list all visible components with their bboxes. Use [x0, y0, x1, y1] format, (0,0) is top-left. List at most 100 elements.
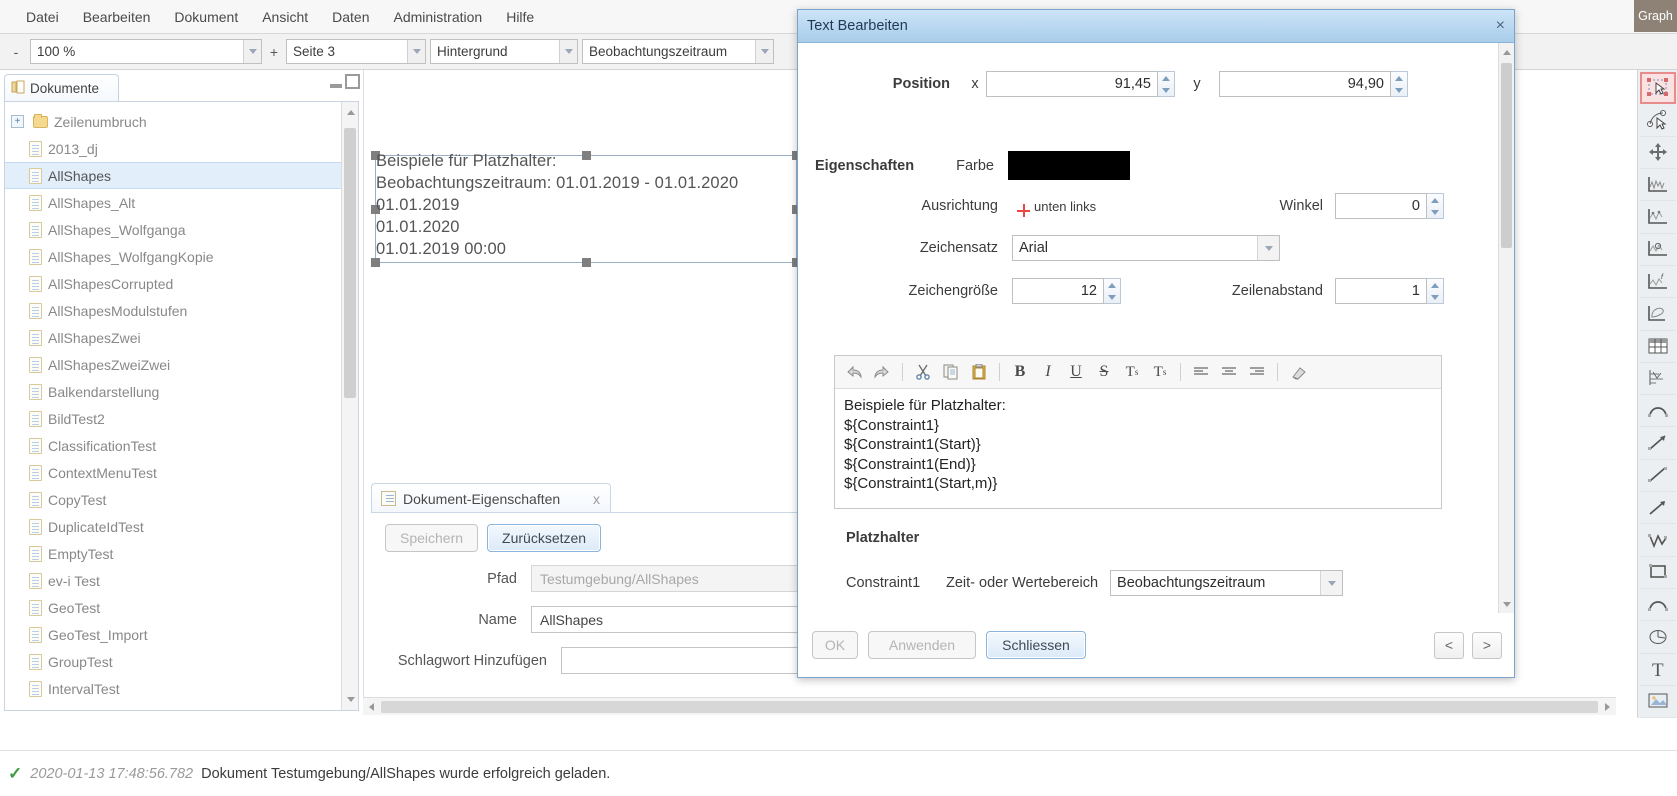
angle-stepper[interactable]	[1427, 193, 1444, 219]
tree-item-copytest[interactable]: CopyTest	[5, 486, 342, 513]
dialog-titlebar[interactable]: Text Bearbeiten ×	[798, 10, 1514, 43]
scroll-up-icon[interactable]	[1499, 44, 1515, 60]
menu-daten[interactable]: Daten	[320, 5, 381, 29]
x-stepper[interactable]	[1158, 71, 1175, 97]
tree-chart-tool[interactable]	[1639, 363, 1676, 396]
save-button[interactable]: Speichern	[385, 524, 479, 552]
timerange-select-combo[interactable]: Beobachtungszeitraum	[582, 39, 774, 64]
tree-item-ev-i-test[interactable]: ev-i Test	[5, 567, 342, 594]
select-tool[interactable]	[1639, 72, 1676, 105]
underline-icon[interactable]: U	[1063, 359, 1089, 385]
color-swatch[interactable]	[1008, 151, 1130, 180]
semicircle-tool[interactable]	[1639, 589, 1676, 622]
tree-item-zeilenumbruch[interactable]: + Zeilenumbruch	[5, 108, 342, 135]
rte-content[interactable]: Beispiele für Platzhalter: ${Constraint1…	[835, 389, 1441, 501]
tree-item-geotest[interactable]: GeoTest	[5, 594, 342, 621]
minimize-icon[interactable]	[330, 83, 342, 88]
fontsize-stepper[interactable]	[1104, 278, 1121, 304]
angle-input[interactable]: 0	[1335, 193, 1427, 219]
scroll-up-icon[interactable]	[342, 104, 359, 121]
previous-button[interactable]: <	[1434, 631, 1464, 659]
loop-curve-tool[interactable]	[1639, 298, 1676, 331]
ok-button[interactable]: OK	[812, 631, 858, 659]
move-tool[interactable]	[1639, 137, 1676, 170]
font-combo[interactable]: Arial	[1012, 235, 1280, 261]
strikethrough-icon[interactable]: S	[1091, 359, 1117, 385]
chevron-down-icon[interactable]	[1320, 571, 1343, 595]
chevron-down-icon[interactable]	[1257, 236, 1279, 260]
chevron-down-icon[interactable]	[407, 40, 425, 63]
table-tool[interactable]	[1639, 331, 1676, 363]
align-left-icon[interactable]	[1188, 359, 1214, 385]
reset-button[interactable]: Zurücksetzen	[487, 524, 602, 552]
tab-dokument-eigenschaften[interactable]: Dokument-Eigenschaften x	[371, 483, 611, 513]
close-icon[interactable]: x	[593, 491, 600, 507]
scroll-right-icon[interactable]	[1599, 699, 1616, 715]
tree-vertical-scrollbar[interactable]	[341, 102, 358, 710]
scrollbar-thumb[interactable]	[1501, 63, 1512, 248]
arrow-tool[interactable]	[1639, 492, 1676, 525]
tree-item-balkendarstellung[interactable]: Balkendarstellung	[5, 378, 342, 405]
apply-button[interactable]: Anwenden	[868, 631, 976, 659]
redo-icon[interactable]	[869, 359, 895, 385]
italic-icon[interactable]: I	[1035, 359, 1061, 385]
y-input[interactable]: 94,90	[1219, 71, 1391, 97]
text-tool[interactable]: T	[1639, 654, 1676, 686]
scrollbar-thumb[interactable]	[344, 128, 356, 398]
tree-item-allshapes-wolfgangkopie[interactable]: AllShapes_WolfgangKopie	[5, 243, 342, 270]
y-stepper[interactable]	[1391, 71, 1408, 97]
tree-item-allshapesmodulstufen[interactable]: AllShapesModulstufen	[5, 297, 342, 324]
zoom-out-button[interactable]: -	[4, 39, 28, 65]
undo-icon[interactable]	[841, 359, 867, 385]
tree-item-geotest-import[interactable]: GeoTest_Import	[5, 621, 342, 648]
range-combo[interactable]: Beobachtungszeitraum	[1110, 570, 1344, 596]
layer-select-combo[interactable]: Hintergrund	[430, 39, 578, 64]
page-select-combo[interactable]: Seite 3	[286, 39, 426, 64]
zoom-level-combo[interactable]: 100 %	[30, 39, 262, 64]
tree-item-bildtest2[interactable]: BildTest2	[5, 405, 342, 432]
tree-item-allshapeszweizwei[interactable]: AllShapesZweiZwei	[5, 351, 342, 378]
expand-icon[interactable]: +	[11, 115, 24, 128]
scroll-left-icon[interactable]	[363, 699, 380, 715]
menu-bearbeiten[interactable]: Bearbeiten	[71, 5, 163, 29]
alignment-value[interactable]: unten links	[1034, 199, 1096, 214]
cut-icon[interactable]	[910, 359, 936, 385]
next-button[interactable]: >	[1472, 631, 1502, 659]
line-tool[interactable]	[1639, 460, 1676, 493]
tab-dokumente[interactable]: Dokumente	[4, 74, 119, 102]
subscript-icon[interactable]: Ts	[1119, 359, 1145, 385]
point-chart-tool[interactable]	[1639, 201, 1676, 234]
close-icon[interactable]: ×	[1496, 17, 1505, 35]
canvas-horizontal-scrollbar[interactable]	[363, 697, 1616, 715]
tree-item-allshapes-alt[interactable]: AllShapes_Alt	[5, 189, 342, 216]
chevron-down-icon[interactable]	[755, 40, 773, 63]
rich-text-editor[interactable]: B I U S Ts Ts Beispiele für Platzhalter:…	[834, 355, 1442, 509]
curve-chart-tool[interactable]	[1639, 169, 1676, 202]
clear-format-icon[interactable]	[1285, 359, 1311, 385]
arc-tool[interactable]	[1639, 395, 1676, 428]
tree-item-allshapes-wolfganga[interactable]: AllShapes_Wolfganga	[5, 216, 342, 243]
chevron-down-icon[interactable]	[243, 40, 261, 63]
node-edit-tool[interactable]	[1639, 104, 1676, 137]
menu-datei[interactable]: Datei	[14, 5, 71, 29]
tree-item-2013-dj[interactable]: 2013_dj	[5, 135, 342, 162]
tree-item-allshapes[interactable]: AllShapes	[5, 162, 342, 189]
tree-item-contextmenutest[interactable]: ContextMenuTest	[5, 459, 342, 486]
tree-item-intervaltest[interactable]: IntervalTest	[5, 675, 342, 702]
menu-administration[interactable]: Administration	[382, 5, 495, 29]
image-tool[interactable]	[1639, 686, 1676, 719]
rectangle-tool[interactable]	[1639, 557, 1676, 589]
scatter-chart-tool[interactable]	[1639, 234, 1676, 266]
menu-ansicht[interactable]: Ansicht	[250, 5, 320, 29]
arrow-both-tool[interactable]	[1639, 427, 1676, 460]
scroll-down-icon[interactable]	[342, 691, 359, 708]
close-button[interactable]: Schliessen	[986, 631, 1086, 659]
dialog-vertical-scrollbar[interactable]	[1498, 43, 1514, 613]
fontsize-input[interactable]: 12	[1012, 278, 1104, 304]
copy-icon[interactable]	[938, 359, 964, 385]
hscrollbar-thumb[interactable]	[381, 700, 1598, 713]
tree-item-allshapescorrupted[interactable]: AllShapesCorrupted	[5, 270, 342, 297]
zoom-in-button[interactable]: +	[262, 39, 286, 65]
tree-item-classificationtest[interactable]: ClassificationTest	[5, 432, 342, 459]
align-center-icon[interactable]	[1216, 359, 1242, 385]
